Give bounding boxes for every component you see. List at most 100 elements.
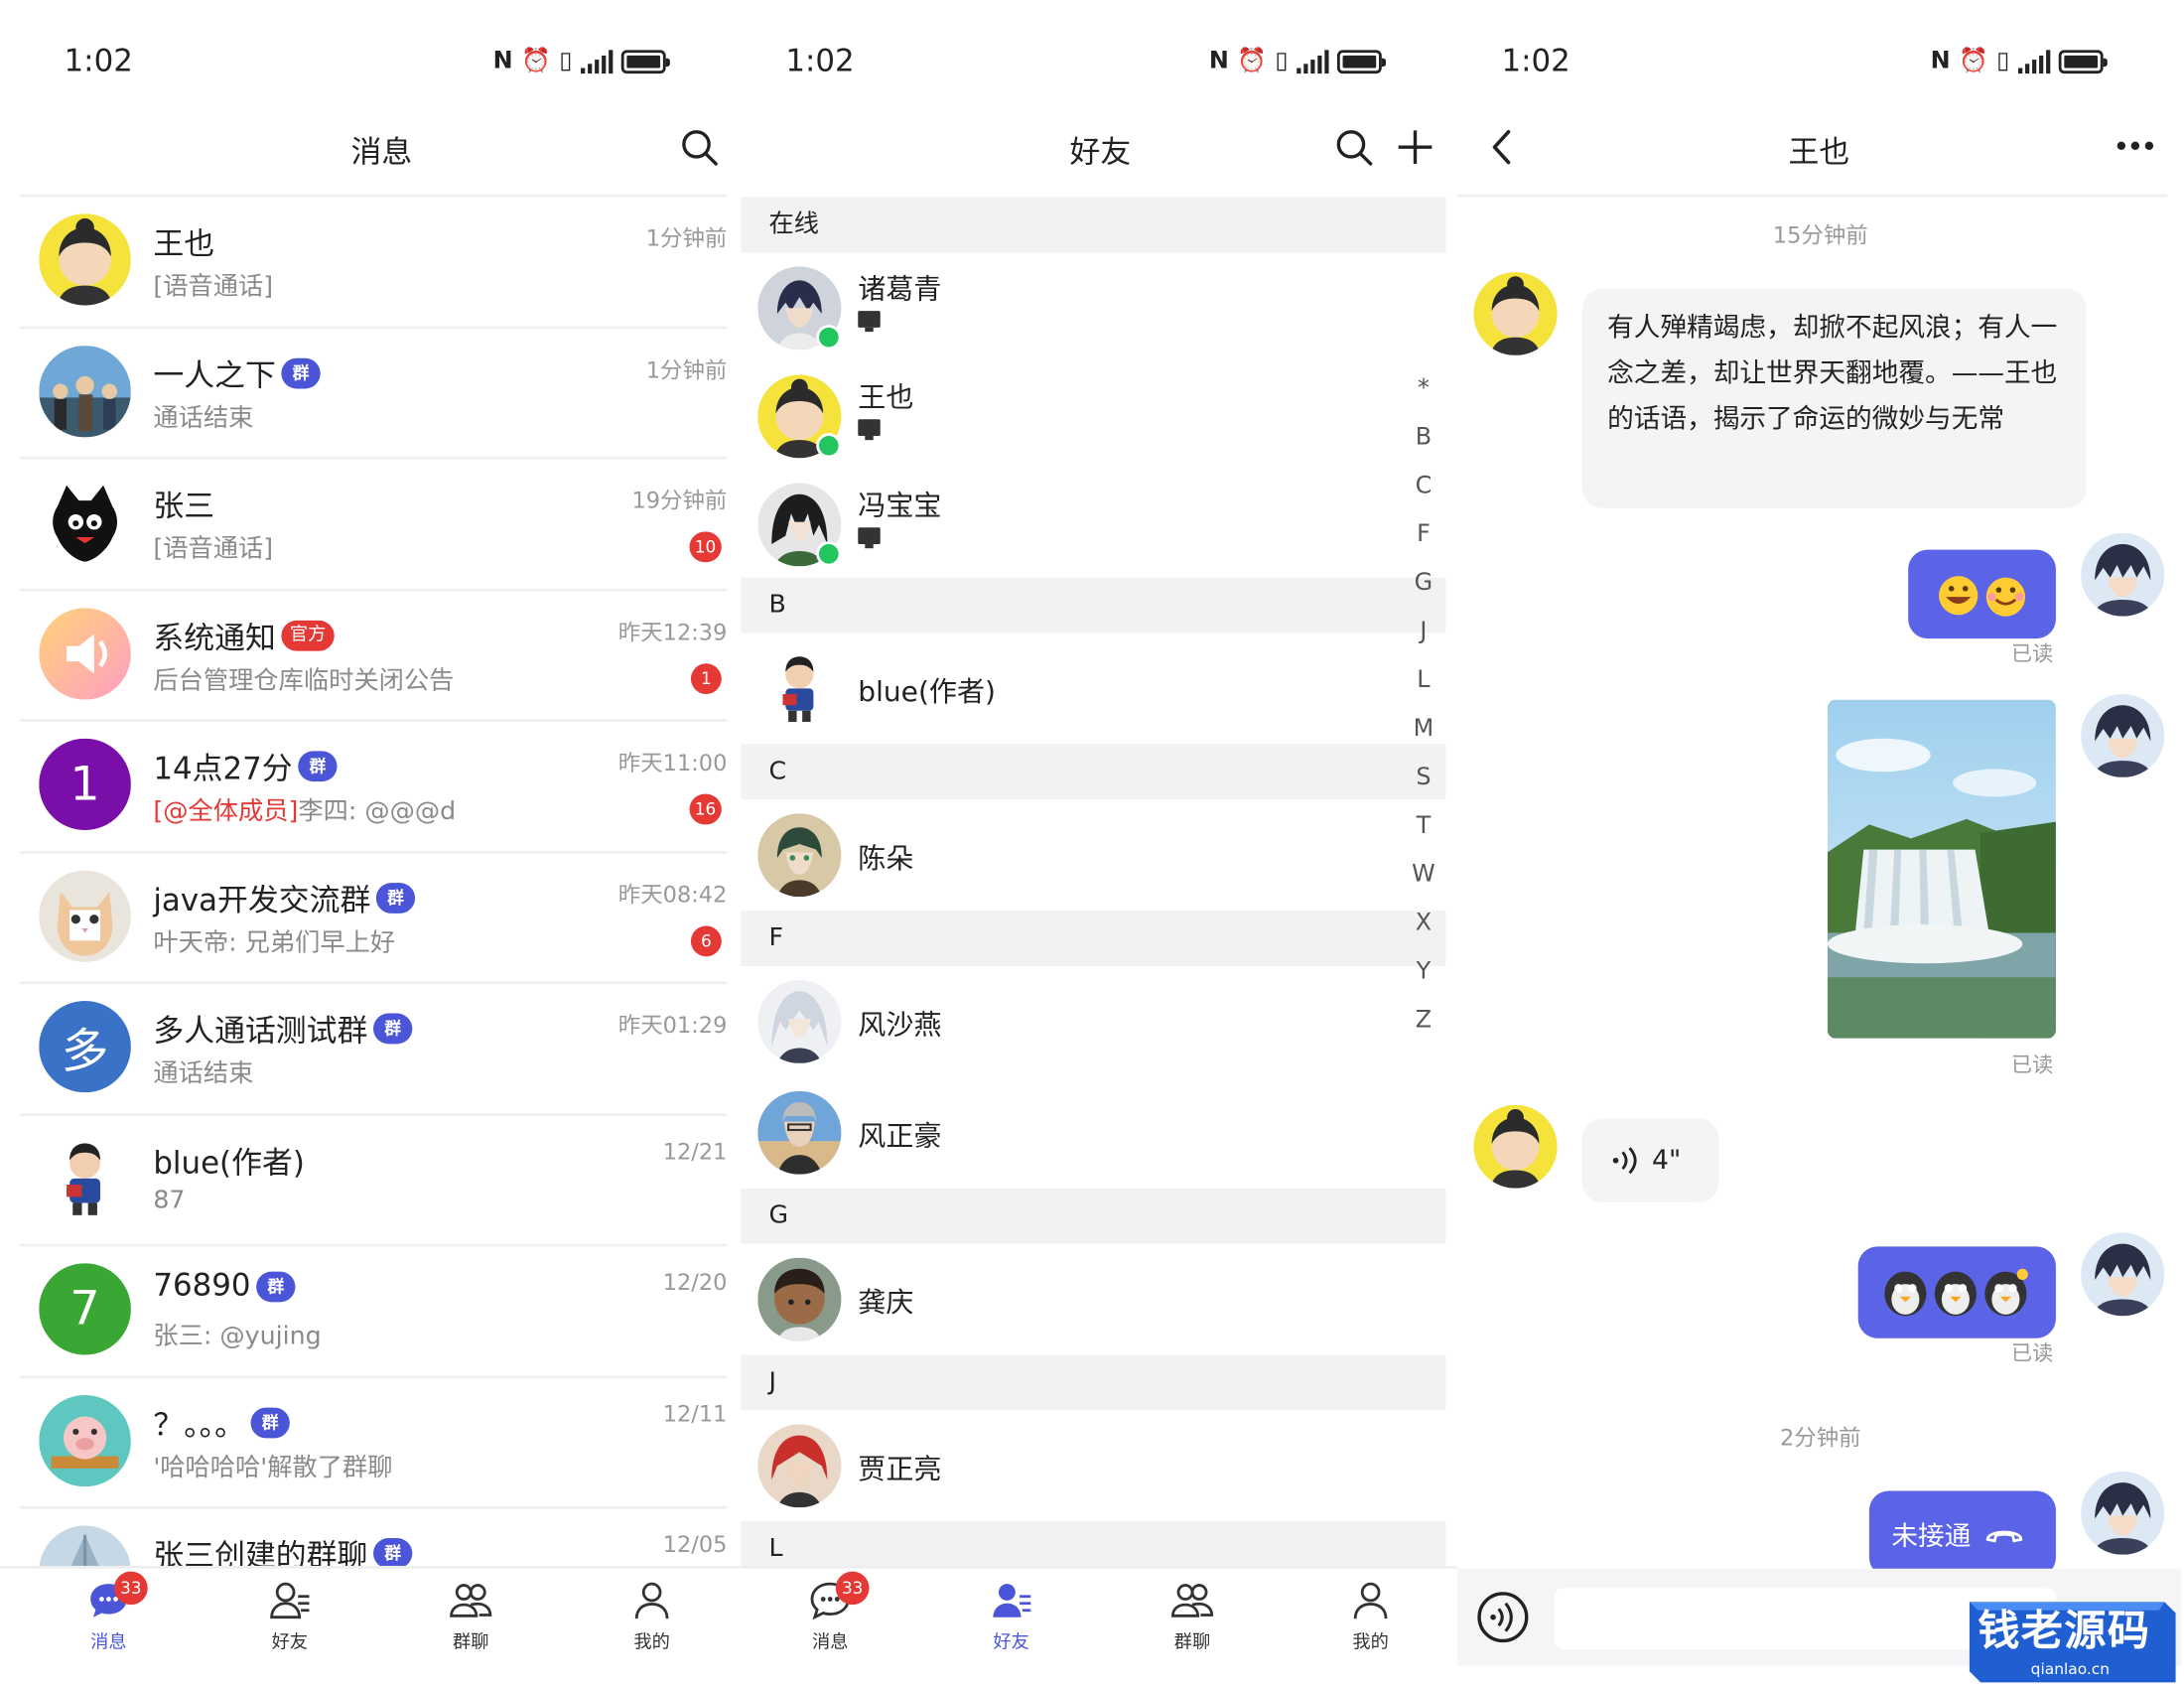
mention-prefix: [@全体成员] xyxy=(153,796,299,826)
conversation-item[interactable]: 7 76890 群张三: @yujing 12/20 xyxy=(20,1244,728,1372)
search-icon[interactable] xyxy=(1334,128,1373,167)
group-tag: 群 xyxy=(281,356,321,388)
friend-item[interactable]: blue(作者) xyxy=(741,633,1423,742)
conversation-item[interactable]: blue(作者) 87 12/21 xyxy=(20,1113,728,1241)
friend-name: 冯宝宝 xyxy=(858,489,942,522)
avatar xyxy=(39,607,131,699)
conversation-name: ？。。。 xyxy=(153,1408,245,1444)
signal-icon xyxy=(2017,49,2050,74)
voice-input-icon[interactable] xyxy=(1476,1591,1529,1643)
avatar xyxy=(757,646,842,731)
last-message: 通话结束 xyxy=(153,1058,254,1089)
tab-profile[interactable]: 我的 xyxy=(1314,1580,1426,1653)
avatar: 1 xyxy=(39,738,131,831)
tab-friends[interactable]: 好友 xyxy=(234,1580,345,1653)
section-header: J xyxy=(741,1354,1446,1411)
index-letter[interactable]: B xyxy=(1410,423,1437,451)
my-avatar[interactable] xyxy=(2081,1232,2165,1317)
tab-messages[interactable]: 33 消息 xyxy=(53,1571,164,1653)
status-bar: 1:02 N ⏰ ▯ xyxy=(1457,0,2184,125)
outgoing-sticker-bubble[interactable] xyxy=(1857,1246,2056,1338)
tab-label: 好友 xyxy=(993,1632,1029,1654)
friend-item[interactable]: 龚庆 xyxy=(741,1244,1423,1352)
conversation-time: 昨天12:39 xyxy=(617,618,728,645)
search-icon[interactable] xyxy=(680,128,719,167)
watermark-url: qianlao.cn xyxy=(2030,1660,2111,1679)
friend-item[interactable]: 贾正亮 xyxy=(741,1410,1423,1518)
index-letter[interactable]: W xyxy=(1410,861,1437,889)
time-divider: 2分钟前 xyxy=(1779,1424,1861,1451)
nfc-icon: N xyxy=(1208,47,1229,75)
avatar: 7 xyxy=(39,1263,131,1355)
index-letter[interactable]: Z xyxy=(1410,1007,1437,1035)
tab-groups[interactable]: 群聊 xyxy=(1137,1580,1248,1653)
conversation-item[interactable]: 王也 [语音通话] 1分钟前 xyxy=(20,195,728,323)
unread-badge: 1 xyxy=(690,662,722,694)
friend-item[interactable]: 陈朵 xyxy=(741,799,1423,908)
watermark-title: 钱老源码 xyxy=(1978,1607,2151,1656)
index-letter[interactable]: J xyxy=(1410,618,1437,645)
index-letter[interactable]: G xyxy=(1410,569,1437,597)
voice-message-bubble[interactable]: 4" xyxy=(1581,1118,1719,1202)
add-friend-icon[interactable] xyxy=(1396,128,1434,167)
conversation-item[interactable]: 一人之下群通话结束 1分钟前 xyxy=(20,326,728,454)
conversation-item[interactable]: 系统通知 官方 后台管理仓库临时关闭公告 昨天12:39 1 xyxy=(20,588,728,716)
contact-avatar[interactable] xyxy=(1473,272,1558,355)
friend-item[interactable]: 风沙燕 xyxy=(741,966,1423,1074)
conversation-item[interactable]: 张三 [语音通话] 19分钟前 10 xyxy=(20,457,728,585)
friend-item[interactable]: 王也 xyxy=(741,360,1423,469)
index-letter[interactable]: M xyxy=(1410,715,1437,743)
group-icon xyxy=(1170,1584,1214,1618)
index-letter[interactable]: * xyxy=(1410,374,1437,402)
vibrate-icon: ▯ xyxy=(1275,47,1289,75)
group-tag: 群 xyxy=(373,1013,413,1045)
index-letter[interactable]: L xyxy=(1410,666,1437,694)
desktop-icon xyxy=(858,527,881,549)
tab-groups[interactable]: 群聊 xyxy=(415,1580,526,1653)
friend-item[interactable]: 风正豪 xyxy=(741,1077,1423,1186)
more-icon[interactable] xyxy=(2115,133,2156,158)
index-letter[interactable]: Y xyxy=(1410,958,1437,986)
index-letter[interactable]: T xyxy=(1410,812,1437,840)
tab-profile[interactable]: 我的 xyxy=(597,1580,708,1653)
bottom-tab-bar: 33 消息 好友 群聊 我的 xyxy=(741,1565,1457,1663)
group-tag: 群 xyxy=(256,1270,296,1302)
hangup-icon xyxy=(1985,1530,2023,1543)
friend-item[interactable]: 诸葛青 xyxy=(741,252,1423,360)
index-letter[interactable]: C xyxy=(1410,472,1437,499)
my-avatar[interactable] xyxy=(2081,694,2165,777)
friend-name: 龚庆 xyxy=(858,1285,914,1320)
voice-wave-icon xyxy=(1612,1147,1637,1175)
tab-messages[interactable]: 33 消息 xyxy=(774,1571,886,1653)
index-letter[interactable]: F xyxy=(1410,520,1437,548)
waterfall-image[interactable] xyxy=(1827,699,2056,1039)
my-avatar[interactable] xyxy=(2081,1471,2165,1555)
conversation-item[interactable]: java开发交流群群叶天帝: 兄弟们早上好 昨天08:42 6 xyxy=(20,850,728,978)
missed-call-bubble[interactable]: 未接通 xyxy=(1868,1490,2056,1578)
conversation-name: 14点27分 xyxy=(153,752,293,787)
index-letter[interactable]: S xyxy=(1410,764,1437,791)
index-letter[interactable]: X xyxy=(1410,910,1437,937)
conversation-item[interactable]: 多多人通话测试群群通话结束 昨天01:29 xyxy=(20,981,728,1109)
tab-friends[interactable]: 好友 xyxy=(955,1580,1066,1653)
conversation-preview: [语音通话] xyxy=(153,266,273,302)
conversation-preview: [语音通话] xyxy=(153,529,273,565)
conversation-time: 昨天08:42 xyxy=(617,881,728,908)
profile-icon xyxy=(1353,1582,1388,1619)
incoming-text-bubble[interactable]: 有人殚精竭虑，却掀不起风浪；有人一念之差，却让世界天翻地覆。——王也的话语，揭示… xyxy=(1581,288,2087,508)
conversation-item[interactable]: ？。。。群 '哈哈哈哈'解散了群聊 12/11 xyxy=(20,1375,728,1503)
friends-icon xyxy=(270,1582,310,1619)
conversation-time: 1分钟前 xyxy=(645,224,728,252)
avatar xyxy=(757,1257,842,1341)
chat-screen: 1:02 N ⏰ ▯ 王也 15分钟前 有人殚精竭虑，却掀不起风浪；有人一念之差… xyxy=(1456,0,2184,1688)
bottom-tab-bar: 33 消息 好友 群聊 我的 xyxy=(0,1565,742,1663)
conversation-preview: 叶天帝: 兄弟们早上好 xyxy=(153,922,395,958)
outgoing-emoji-bubble[interactable] xyxy=(1908,549,2056,639)
friend-item[interactable]: 冯宝宝 xyxy=(741,470,1423,578)
my-avatar[interactable] xyxy=(2081,532,2165,617)
conversation-preview: '哈哈哈哈'解散了群聊 xyxy=(153,1447,392,1482)
group-tag: 群 xyxy=(373,1538,413,1569)
status-time: 1:02 xyxy=(1501,44,1570,79)
conversation-item[interactable]: 1 14点27分群 [@全体成员]李四: @@@d 昨天11:00 16 xyxy=(20,719,728,847)
contact-avatar[interactable] xyxy=(1473,1104,1558,1189)
